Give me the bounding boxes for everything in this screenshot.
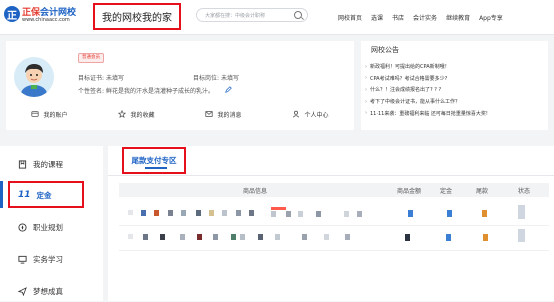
paper-plane-icon xyxy=(18,286,27,296)
edit-icon[interactable] xyxy=(225,86,232,93)
nav-app[interactable]: App专享 xyxy=(479,13,503,22)
quick-link-account-label: 我的账户 xyxy=(43,111,68,119)
target-position-value: 未填写 xyxy=(220,75,239,82)
search-input[interactable]: 大家都在搜：中级会计职称 xyxy=(196,8,308,22)
star-icon xyxy=(118,110,127,118)
quick-link-favorites[interactable]: 我的收藏 xyxy=(118,110,155,119)
tab-final-payment-label: 尾款支付专区 xyxy=(131,156,177,165)
quick-link-account[interactable]: 我的账户 xyxy=(31,110,68,119)
search-icon[interactable] xyxy=(294,11,302,19)
chevron-right-icon: › xyxy=(365,63,367,70)
bookmark-icon xyxy=(18,159,27,169)
page-title: 我的网校我的家 xyxy=(102,13,172,24)
mail-icon xyxy=(205,110,214,118)
top-nav: 网校首页 选课 书店 会计实务 继续教育 App专享 xyxy=(338,0,503,34)
column-header: 商品金额 xyxy=(397,188,422,195)
notice-text: CPA考试难吗？考试合格需要多少? xyxy=(370,75,448,82)
chevron-right-icon: › xyxy=(365,98,367,105)
monitor-icon xyxy=(18,255,27,264)
wallet-icon xyxy=(31,110,40,118)
quick-link-messages[interactable]: 我的消息 xyxy=(205,110,242,119)
member-badge: 普通会员 xyxy=(78,53,104,63)
page-title-box: 我的网校我的家 xyxy=(93,3,181,30)
sidebar-item-label: 梦想成真 xyxy=(33,286,63,296)
sidebar-highlight-box xyxy=(8,181,84,208)
nav-bookstore[interactable]: 书店 xyxy=(392,13,404,22)
column-header: 商品信息 xyxy=(243,188,268,195)
row-divider xyxy=(119,250,549,251)
chevron-right-icon: › xyxy=(365,75,367,82)
tab-final-payment[interactable]: 尾款支付专区 xyxy=(122,147,186,174)
notice-text: 什么？！注会成绩报名出了? ? ? xyxy=(370,87,442,94)
notice-item[interactable]: › 考下了中级会计证书，能从事什么工作？ xyxy=(365,96,545,108)
sidebar-item-practice[interactable]: 实务学习 xyxy=(0,248,103,270)
compass-icon xyxy=(18,222,27,232)
target-position: 目标岗位: 未填写 xyxy=(193,73,239,82)
sidebar-item-label: 职业规划 xyxy=(33,222,63,232)
notice-item[interactable]: › 什么？！注会成绩报名出了? ? ? xyxy=(365,84,545,96)
notice-title: 网校公告 xyxy=(371,46,399,54)
target-cert: 目标证书: 未填写 xyxy=(78,73,124,82)
column-header: 尾款 xyxy=(476,188,489,195)
signature: 个性签名: 鲜花是我的汗水是浇灌种子成长的乳汁。 xyxy=(78,86,214,95)
chevron-right-icon: › xyxy=(365,86,367,93)
column-header: 状态 xyxy=(518,188,531,195)
nav-continuing-edu[interactable]: 继续教育 xyxy=(446,13,470,22)
nav-practice[interactable]: 会计实务 xyxy=(413,13,437,22)
notice-text: 考下了中级会计证书，能从事什么工作？ xyxy=(370,99,461,106)
signature-label: 个性签名: xyxy=(78,88,105,95)
sidebar-item-label: 实务学习 xyxy=(33,254,63,264)
sidebar-item-label: 我的课程 xyxy=(33,159,63,169)
chevron-right-icon: › xyxy=(365,110,367,117)
quick-link-profile[interactable]: 个人中心 xyxy=(292,110,329,119)
quick-link-messages-label: 我的消息 xyxy=(217,111,242,119)
logo-url: www.chinaacc.com xyxy=(22,17,70,23)
target-position-label: 目标岗位: xyxy=(193,75,220,82)
column-header: 定金 xyxy=(440,188,453,195)
row-divider xyxy=(119,225,549,226)
sidebar-item-my-courses[interactable]: 我的课程 xyxy=(0,153,103,175)
sidebar-item-dream[interactable]: 梦想成真 xyxy=(0,280,103,302)
notice-text: 新政福利！可提出给的CPA新制哦！ xyxy=(370,64,450,71)
notice-text: 11·11来袭：重磅福利来临 还可每日抢重量惊喜大奖! xyxy=(370,110,488,117)
tab-divider xyxy=(108,175,554,176)
quick-link-profile-label: 个人中心 xyxy=(304,111,329,119)
logo-icon[interactable]: 正 xyxy=(4,6,20,22)
quick-link-favorites-label: 我的收藏 xyxy=(130,111,155,119)
sidebar-item-career[interactable]: 职业规划 xyxy=(0,216,103,238)
signature-value: 鲜花是我的汗水是浇灌种子成长的乳汁。 xyxy=(105,88,214,95)
search-placeholder: 大家都在搜：中级会计职称 xyxy=(205,12,266,19)
avatar[interactable] xyxy=(14,57,54,97)
avatar-illustration xyxy=(14,57,54,97)
notice-item[interactable]: › 新政福利！可提出给的CPA新制哦！ xyxy=(365,61,545,73)
tab-active-underline xyxy=(145,167,167,169)
quick-links: 我的账户 我的收藏 我的消息 个人中心 xyxy=(6,104,354,124)
notice-item[interactable]: › 11·11来袭：重磅福利来临 还可每日抢重量惊喜大奖! xyxy=(365,107,545,119)
target-cert-value: 未填写 xyxy=(105,75,124,82)
notice-item[interactable]: › CPA考试难吗？考试合格需要多少? xyxy=(365,73,545,85)
user-icon xyxy=(292,110,300,118)
nav-home[interactable]: 网校首页 xyxy=(338,13,362,22)
target-cert-label: 目标证书: xyxy=(78,75,105,82)
notice-list: › 新政福利！可提出给的CPA新制哦！ › CPA考试难吗？考试合格需要多少? › 什… xyxy=(365,61,545,119)
nav-courses[interactable]: 选课 xyxy=(371,13,383,22)
